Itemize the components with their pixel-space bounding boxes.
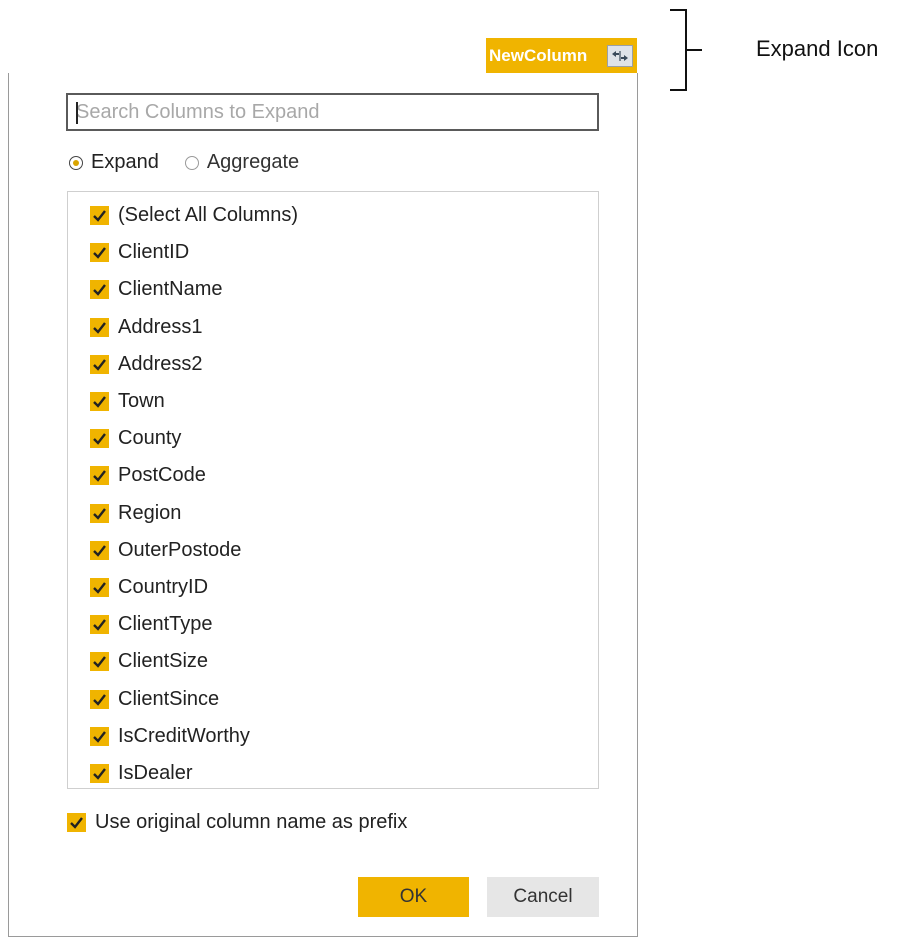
column-list-item-label: (Select All Columns): [118, 204, 299, 227]
column-list-item-label: ClientSize: [118, 650, 209, 673]
column-list-item[interactable]: IsDealer: [68, 755, 598, 792]
checkbox-checked-icon[interactable]: [90, 503, 109, 523]
column-list-item-label: ClientSince: [118, 687, 220, 710]
checkbox-checked-icon[interactable]: [90, 354, 109, 374]
radio-expand[interactable]: Expand: [69, 151, 159, 174]
annotation-label: Expand Icon: [756, 36, 879, 61]
column-list[interactable]: (Select All Columns) ClientID ClientName Ad…: [67, 191, 599, 789]
prefix-option-label: Use original column name as prefix: [95, 811, 408, 833]
column-list-item-label: ClientType: [118, 613, 213, 636]
column-header[interactable]: NewColumn: [486, 38, 637, 73]
column-list-item[interactable]: Address2: [68, 346, 598, 383]
radio-unselected-icon: [184, 155, 199, 170]
column-list-item[interactable]: ClientID: [68, 234, 598, 271]
checkbox-checked-icon[interactable]: [90, 615, 109, 635]
checkbox-checked-icon[interactable]: [90, 466, 109, 486]
column-list-item-label: IsDealer: [118, 761, 193, 784]
checkbox-checked-icon[interactable]: [90, 540, 109, 560]
column-list-item-label: OuterPostode: [118, 538, 242, 561]
checkbox-checked-icon[interactable]: [90, 652, 109, 672]
column-list-item-label: ClientID: [118, 241, 190, 264]
checkbox-checked-icon[interactable]: [90, 392, 109, 412]
column-list-item[interactable]: (Select All Columns): [68, 197, 598, 234]
radio-selected-icon: [69, 155, 83, 170]
column-list-item-label: PostCode: [118, 464, 206, 487]
radio-expand-label: Expand: [91, 151, 159, 173]
column-list-item-label: Region: [118, 501, 182, 524]
expand-arrows-icon[interactable]: [607, 44, 633, 67]
mode-selector: Expand Aggregate: [69, 151, 325, 174]
column-list-item[interactable]: Region: [68, 495, 598, 532]
column-list-item[interactable]: OuterPostode: [68, 532, 598, 569]
checkbox-checked-icon[interactable]: [90, 243, 109, 263]
column-list-item-label: IsCreditWorthy: [118, 724, 250, 747]
column-list-item-label: Address1: [118, 315, 203, 338]
checkbox-checked-icon[interactable]: [67, 813, 86, 832]
checkbox-checked-icon[interactable]: [90, 317, 109, 337]
cancel-button[interactable]: Cancel: [487, 877, 599, 917]
checkbox-checked-icon[interactable]: [90, 280, 109, 300]
column-list-item[interactable]: County: [68, 420, 598, 457]
search-input[interactable]: [68, 95, 597, 129]
checkbox-checked-icon[interactable]: [90, 577, 109, 597]
column-list-item-label: CountryID: [118, 575, 209, 598]
checkbox-checked-icon[interactable]: [90, 726, 109, 746]
checkbox-checked-icon[interactable]: [90, 429, 109, 449]
checkbox-checked-icon[interactable]: [90, 206, 109, 226]
radio-aggregate-label: Aggregate: [206, 151, 300, 173]
column-header-title: NewColumn: [489, 45, 588, 65]
column-list-item[interactable]: ClientSize: [68, 643, 598, 680]
radio-aggregate[interactable]: Aggregate: [184, 151, 300, 174]
prefix-option[interactable]: Use original column name as prefix: [67, 811, 407, 834]
column-list-item[interactable]: Address1: [68, 309, 598, 346]
expand-columns-dialog: Expand Aggregate (Select All Columns) Cli…: [8, 73, 638, 937]
column-list-item-label: Town: [118, 390, 165, 413]
search-box[interactable]: [66, 93, 599, 131]
ok-button[interactable]: OK: [358, 877, 469, 917]
column-list-item-label: County: [118, 427, 182, 450]
checkbox-checked-icon[interactable]: [90, 689, 109, 709]
column-list-item-label: ClientName: [118, 278, 223, 301]
column-list-item[interactable]: PostCode: [68, 457, 598, 494]
checkbox-checked-icon[interactable]: [90, 763, 109, 783]
column-list-item[interactable]: IsCreditWorthy: [68, 718, 598, 755]
column-list-item[interactable]: ClientType: [68, 606, 598, 643]
annotation-bracket: [670, 9, 702, 91]
column-list-item[interactable]: Town: [68, 383, 598, 420]
column-list-item[interactable]: ClientName: [68, 271, 598, 308]
column-list-item-label: Address2: [118, 352, 203, 375]
text-caret: [76, 102, 78, 124]
column-list-item[interactable]: CountryID: [68, 569, 598, 606]
column-list-item[interactable]: ClientSince: [68, 680, 598, 717]
